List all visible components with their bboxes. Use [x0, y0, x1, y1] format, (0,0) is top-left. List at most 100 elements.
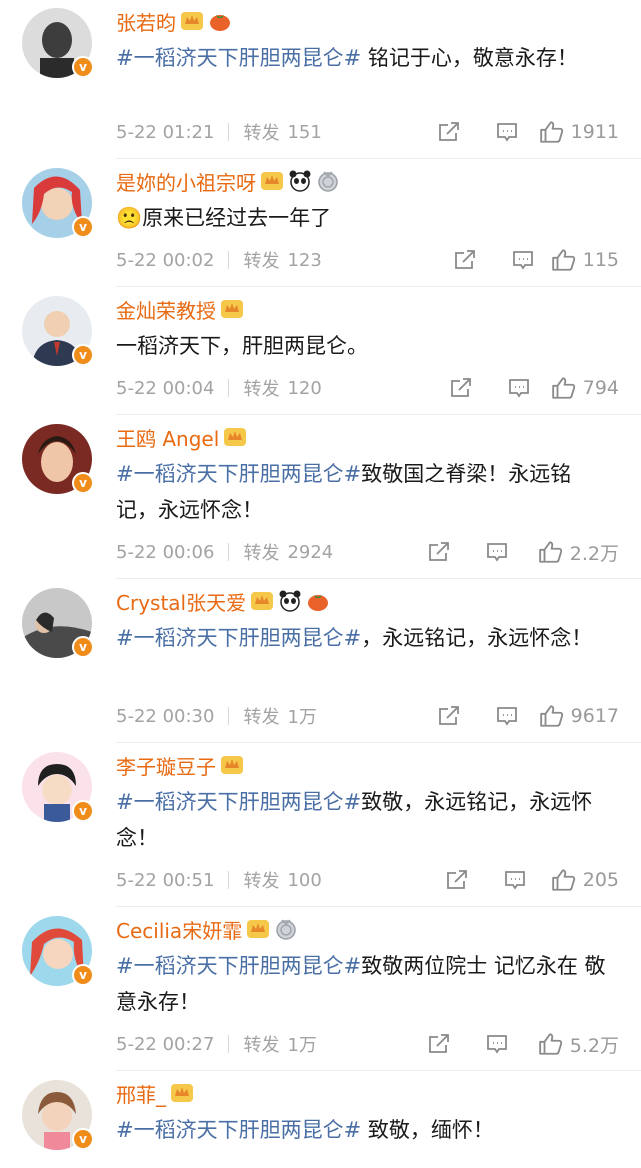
comment-button[interactable]: [461, 704, 519, 728]
medal-icon: [274, 917, 298, 941]
divider: [228, 1035, 230, 1053]
user-name[interactable]: Cecilia宋妍霏: [116, 915, 242, 944]
share-icon: [429, 1034, 449, 1053]
repost-label: 转发: [243, 1035, 280, 1056]
comment-button[interactable]: [451, 1032, 509, 1056]
verified-icon: v: [72, 56, 94, 78]
repost-label: 转发: [243, 871, 280, 892]
divider: [228, 123, 230, 141]
divider: [228, 379, 230, 397]
like-button[interactable]: 2.2万: [509, 539, 619, 566]
like-button[interactable]: 9617: [519, 703, 619, 729]
user-name[interactable]: Crystal张天爱: [116, 587, 246, 616]
avatar[interactable]: v: [22, 916, 94, 986]
avatar[interactable]: v: [22, 588, 94, 658]
topic-link[interactable]: #一稻济天下肝胆两昆仑#: [116, 1118, 361, 1142]
like-count: 205: [582, 869, 619, 891]
comment-item: v Crystal张天爱 #一稻济天下肝胆两昆仑#，永远铭记，永远怀念！ 5-2…: [0, 580, 641, 744]
crown-icon: [246, 917, 270, 941]
verified-icon: v: [72, 344, 94, 366]
share-button[interactable]: [393, 540, 451, 564]
avatar[interactable]: v: [22, 168, 94, 238]
verified-icon: v: [72, 472, 94, 494]
thumbs-up-icon: [539, 541, 562, 563]
comment-button[interactable]: [451, 540, 509, 564]
comment-icon: [497, 123, 517, 142]
divider: [116, 158, 641, 159]
comment-icon: [487, 1035, 507, 1054]
topic-link[interactable]: #一稻济天下肝胆两昆仑#: [116, 462, 361, 486]
like-button[interactable]: 205: [527, 867, 619, 893]
share-button[interactable]: [403, 704, 461, 728]
verified-icon: v: [72, 964, 94, 986]
share-icon: [429, 542, 449, 561]
divider: [116, 286, 641, 287]
comment-button[interactable]: [461, 120, 519, 144]
user-name[interactable]: 王鸥 Angel: [116, 423, 219, 452]
comment-button[interactable]: [473, 376, 531, 400]
like-button[interactable]: 115: [535, 247, 619, 273]
share-button[interactable]: [411, 868, 469, 892]
comment-meta: 5-22 01:21 转发 151: [116, 117, 322, 147]
share-icon: [455, 250, 475, 269]
comment-text: 🙁原来已经过去一年了: [116, 206, 332, 230]
panda-icon: [288, 169, 312, 193]
share-button[interactable]: [419, 248, 477, 272]
avatar[interactable]: v: [22, 8, 94, 78]
comment-icon: [497, 707, 517, 726]
crown-icon: [220, 297, 244, 321]
user-name[interactable]: 金灿荣教授: [116, 295, 216, 324]
repost-label: 转发: [243, 251, 280, 272]
user-name[interactable]: 邢菲_: [116, 1079, 166, 1108]
comment-button[interactable]: [477, 248, 535, 272]
share-button[interactable]: [415, 376, 473, 400]
share-button[interactable]: [393, 1032, 451, 1056]
comment-icon: [487, 543, 507, 562]
panda-icon: [278, 589, 302, 613]
comment-meta: 5-22 00:51 转发 100: [116, 865, 322, 895]
crown-icon: [180, 9, 204, 33]
share-button[interactable]: [403, 120, 461, 144]
comment-text: 一稻济天下，肝胆两昆仑。: [116, 334, 368, 358]
topic-link[interactable]: #一稻济天下肝胆两昆仑#: [116, 954, 361, 978]
thumbs-up-icon: [539, 121, 563, 143]
divider: [228, 707, 230, 725]
comment-button[interactable]: [469, 868, 527, 892]
action-bar: 5.2万: [393, 1029, 619, 1059]
crown-icon: [223, 425, 247, 449]
avatar[interactable]: v: [22, 424, 94, 494]
like-button[interactable]: 1911: [519, 119, 619, 145]
comment-icon: [513, 251, 533, 270]
persimmon-icon: [208, 9, 232, 33]
like-button[interactable]: 794: [531, 375, 619, 401]
action-bar: 205: [411, 865, 619, 895]
avatar[interactable]: v: [22, 752, 94, 822]
persimmon-icon: [306, 589, 330, 613]
divider: [228, 543, 230, 561]
avatar[interactable]: v: [22, 296, 94, 366]
topic-link[interactable]: #一稻济天下肝胆两昆仑#: [116, 626, 361, 650]
topic-link[interactable]: #一稻济天下肝胆两昆仑#: [116, 46, 361, 70]
user-name[interactable]: 张若昀: [116, 7, 176, 36]
comment-item: v 张若昀 #一稻济天下肝胆两昆仑# 铭记于心，敬意永存！ 5-22 01:21…: [0, 0, 641, 160]
timestamp: 5-22 00:04: [116, 377, 215, 399]
medal-icon: [316, 169, 340, 193]
comment-item: v 李子璇豆子 #一稻济天下肝胆两昆仑#致敬，永远铭记，永远怀念！ 5-22 0…: [0, 744, 641, 908]
user-name[interactable]: 李子璇豆子: [116, 751, 216, 780]
like-button[interactable]: 5.2万: [509, 1031, 619, 1058]
divider: [116, 906, 641, 907]
topic-link[interactable]: #一稻济天下肝胆两昆仑#: [116, 790, 361, 814]
comment-text: #一稻济天下肝胆两昆仑# 铭记于心，敬意永存！: [116, 46, 578, 70]
avatar[interactable]: v: [22, 1080, 94, 1150]
like-count: 115: [582, 249, 619, 271]
divider: [116, 578, 641, 579]
repost-count: 120: [287, 377, 322, 399]
comment-feed: v 张若昀 #一稻济天下肝胆两昆仑# 铭记于心，敬意永存！ 5-22 01:21…: [0, 0, 641, 1168]
divider: [228, 871, 230, 889]
comment-icon: [509, 379, 529, 398]
comment-icon: [505, 871, 525, 890]
user-name[interactable]: 是妳的小祖宗呀: [116, 167, 256, 196]
crown-icon: [250, 589, 274, 613]
comment-item: v 王鸥 Angel #一稻济天下肝胆两昆仑#致敬国之脊梁！永远铭记，永远怀念！…: [0, 416, 641, 580]
verified-icon: v: [72, 216, 94, 238]
